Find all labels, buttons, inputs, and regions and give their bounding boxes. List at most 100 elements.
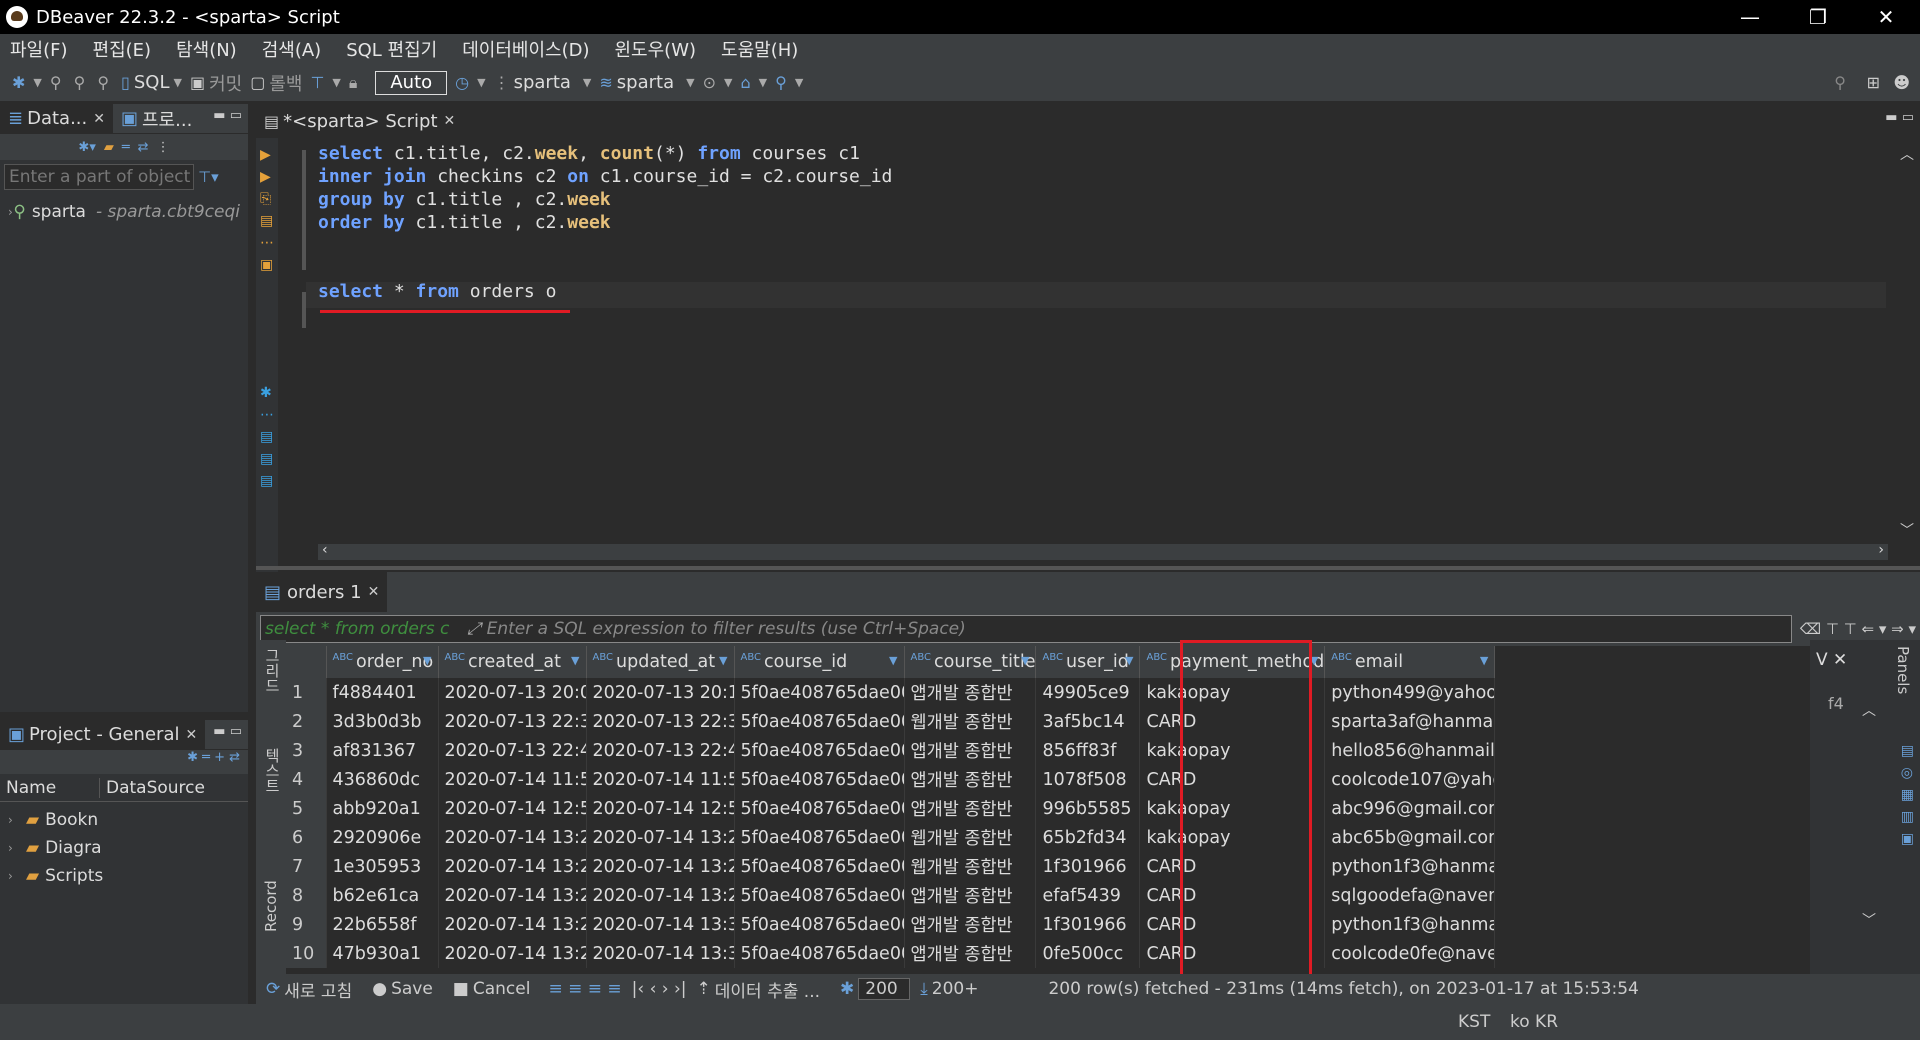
table-cell[interactable]: 앱개발 종합반 bbox=[904, 794, 1037, 823]
table-cell[interactable]: abc996@gmail.com bbox=[1324, 794, 1496, 823]
table-cell[interactable]: 2020-07-14 13:26:37 bbox=[438, 881, 587, 910]
fetch-all-icon[interactable]: ⤓ bbox=[920, 979, 928, 999]
refresh-icon[interactable]: ⟳ bbox=[266, 979, 280, 999]
menu-icon[interactable]: ⋮ bbox=[157, 140, 170, 155]
connection-node[interactable]: › ⚲ sparta - sparta.cbt9ceqi bbox=[8, 198, 240, 226]
menu-item-0[interactable]: 파일(F) bbox=[0, 36, 83, 62]
table-cell[interactable]: python1f3@hanmail.com bbox=[1324, 910, 1496, 939]
table-cell[interactable]: 1f301966 bbox=[1035, 910, 1141, 939]
table-cell[interactable]: 5f0ae408765dae0006002 bbox=[734, 765, 905, 794]
table-cell[interactable]: 2020-07-14 13:31:08 bbox=[586, 939, 735, 968]
table-cell[interactable]: abb920a1 bbox=[326, 794, 439, 823]
export-icon[interactable]: ⇡ bbox=[697, 979, 711, 999]
save-icon[interactable]: ● bbox=[372, 979, 387, 999]
table-cell[interactable]: 5f0ae408765dae0006002 bbox=[734, 707, 905, 736]
schema-selector[interactable]: ≋ sparta ▼ bbox=[599, 72, 694, 93]
navigator-filter-input[interactable]: Enter a part of object n bbox=[4, 164, 194, 190]
new-connection-icon[interactable]: ✱▾ bbox=[78, 140, 95, 155]
datasource-selector[interactable]: ⋮ sparta ▼ bbox=[494, 72, 592, 93]
cancel-button[interactable]: Cancel bbox=[473, 979, 531, 999]
table-cell[interactable]: 0fe500cc bbox=[1035, 939, 1141, 968]
scroll-down-icon[interactable]: ﹀ bbox=[1862, 910, 1876, 930]
table-cell[interactable]: 47b930a1 bbox=[326, 939, 439, 968]
table-cell[interactable]: 5f0ae408765dae0006002 bbox=[734, 794, 905, 823]
sort-icon[interactable]: ▼ bbox=[571, 654, 579, 667]
close-tab-icon[interactable]: ✕ bbox=[185, 727, 197, 743]
menu-item-1[interactable]: 편집(E) bbox=[83, 36, 167, 62]
connect-icon[interactable]: ⚲ bbox=[50, 73, 66, 92]
menu-item-6[interactable]: 윈도우(W) bbox=[605, 36, 712, 62]
rollback-button[interactable]: ▢ 롤백 bbox=[250, 70, 302, 96]
close-tab-icon[interactable]: ✕ bbox=[93, 111, 105, 127]
save-button[interactable]: Save bbox=[391, 979, 433, 999]
close-button[interactable]: ✕ bbox=[1852, 0, 1920, 34]
expand-filter-icon[interactable]: ⤢ bbox=[467, 619, 481, 639]
export-button[interactable]: 데이터 추출 ... bbox=[715, 977, 820, 1002]
scroll-up-icon[interactable]: ︿ bbox=[1862, 700, 1876, 720]
table-cell[interactable]: 3af5bc14 bbox=[1035, 707, 1141, 736]
table-cell[interactable]: 앱개발 종합반 bbox=[904, 765, 1037, 794]
table-cell[interactable]: 2020-07-13 22:40:13 bbox=[438, 736, 587, 765]
table-cell[interactable]: coolcode0fe@naver.com bbox=[1324, 939, 1496, 968]
dashboard-icon[interactable]: ⊙ ▼ bbox=[703, 73, 733, 92]
table-cell[interactable]: 5f0ae408765dae0006002 bbox=[734, 823, 905, 852]
table-cell[interactable]: 2020-07-13 20:10:00 bbox=[586, 678, 735, 707]
table-cell[interactable]: 2020-07-14 13:21:18 bbox=[438, 823, 587, 852]
expand-icon[interactable]: › bbox=[8, 841, 26, 855]
table-cell[interactable]: sparta3af@hanmail.com bbox=[1324, 707, 1496, 736]
table-row[interactable]: 922b6558f2020-07-14 13:29:192020-07-14 1… bbox=[286, 910, 1496, 939]
sort-icon[interactable]: ▼ bbox=[889, 654, 897, 667]
editor-horizontal-scrollbar[interactable]: ‹ › bbox=[318, 542, 1888, 560]
table-cell[interactable]: abc65b@gmail.com bbox=[1324, 823, 1496, 852]
column-header-email[interactable]: ABC email ▼ bbox=[1324, 646, 1496, 678]
table-cell[interactable]: 2920906e bbox=[326, 823, 439, 852]
filter-actions-icons[interactable]: ⌫ ⊤ ⊤ ⇐ ▾ ⇒ ▾ bbox=[1800, 620, 1916, 638]
sort-icon[interactable]: ▼ bbox=[1480, 654, 1488, 667]
table-cell[interactable]: 436860dc bbox=[326, 765, 439, 794]
cancel-icon[interactable]: ■ bbox=[453, 979, 469, 999]
table-row[interactable]: 1047b930a12020-07-14 13:29:412020-07-14 … bbox=[286, 939, 1496, 968]
table-cell[interactable]: b62e61ca bbox=[326, 881, 439, 910]
column-header-created-at[interactable]: ABC created_at ▼ bbox=[438, 646, 587, 678]
expand-icon[interactable]: › bbox=[8, 813, 26, 827]
new-connection-icon[interactable]: ✱ ▼ bbox=[12, 73, 42, 92]
table-row[interactable]: 71e3059532020-07-14 13:23:272020-07-14 1… bbox=[286, 852, 1496, 881]
column-name-header[interactable]: Name bbox=[0, 777, 100, 798]
table-cell[interactable]: hello856@hanmail.com bbox=[1324, 736, 1496, 765]
sort-icon[interactable]: ▼ bbox=[1125, 654, 1133, 667]
table-row[interactable]: 3af8313672020-07-13 22:40:132020-07-13 2… bbox=[286, 736, 1496, 765]
table-row[interactable]: 62920906e2020-07-14 13:21:182020-07-14 1… bbox=[286, 823, 1496, 852]
table-cell[interactable]: 5f0ae408765dae0006002 bbox=[734, 852, 905, 881]
table-cell[interactable]: 49905ce9 bbox=[1035, 678, 1141, 707]
commit-button[interactable]: ▣ 커밋 bbox=[190, 70, 242, 96]
minimize-maximize-icon[interactable]: ▬ ▭ bbox=[213, 108, 242, 123]
column-header-updated-at[interactable]: ABC updated_at ▼ bbox=[586, 646, 735, 678]
tab-sparta-script[interactable]: ▤ *<sparta> Script ✕ bbox=[256, 104, 1920, 138]
table-cell[interactable]: 2020-07-13 22:40:29 bbox=[586, 736, 735, 765]
table-cell[interactable]: 5f0ae408765dae0006002 bbox=[734, 678, 905, 707]
fetch-size-input[interactable]: 200 bbox=[858, 978, 911, 1000]
sort-icon[interactable]: ▼ bbox=[423, 654, 431, 667]
panels-tab[interactable]: Panels bbox=[1894, 646, 1912, 694]
sort-icon[interactable]: ▼ bbox=[719, 654, 727, 667]
table-cell[interactable]: 1f301966 bbox=[1035, 852, 1141, 881]
table-cell[interactable]: 2020-07-14 13:22:27 bbox=[586, 823, 735, 852]
close-tab-icon[interactable]: ✕ bbox=[368, 584, 380, 600]
table-cell[interactable]: 2020-07-14 13:29:41 bbox=[438, 939, 587, 968]
table-cell[interactable]: 2020-07-14 11:53:47 bbox=[586, 765, 735, 794]
table-cell[interactable]: 65b2fd34 bbox=[1035, 823, 1141, 852]
table-cell[interactable]: 5f0ae408765dae0006002 bbox=[734, 910, 905, 939]
execute-icons[interactable]: ▶ ▶ ⎘ ▤ ⋯ ▣ bbox=[256, 138, 278, 282]
table-cell[interactable]: 1078f508 bbox=[1035, 765, 1141, 794]
row-edit-icons[interactable]: ≡ ≡ ≡ ≡ bbox=[548, 979, 621, 999]
column-header-order-no[interactable]: ABC order_no ▼ bbox=[326, 646, 439, 678]
table-cell[interactable]: 앱개발 종합반 bbox=[904, 736, 1037, 765]
table-cell[interactable]: 웹개발 종합반 bbox=[904, 707, 1037, 736]
table-cell[interactable]: 3d3b0d3b bbox=[326, 707, 439, 736]
project-item[interactable]: › ▰ Diagra bbox=[8, 834, 240, 862]
table-cell[interactable]: 앱개발 종합반 bbox=[904, 910, 1037, 939]
menu-item-2[interactable]: 탐색(N) bbox=[166, 36, 252, 62]
column-header-user-id[interactable]: ABC user_id ▼ bbox=[1035, 646, 1141, 678]
table-row[interactable]: 4436860dc2020-07-14 11:52:562020-07-14 1… bbox=[286, 765, 1496, 794]
table-cell[interactable]: 1e305953 bbox=[326, 852, 439, 881]
